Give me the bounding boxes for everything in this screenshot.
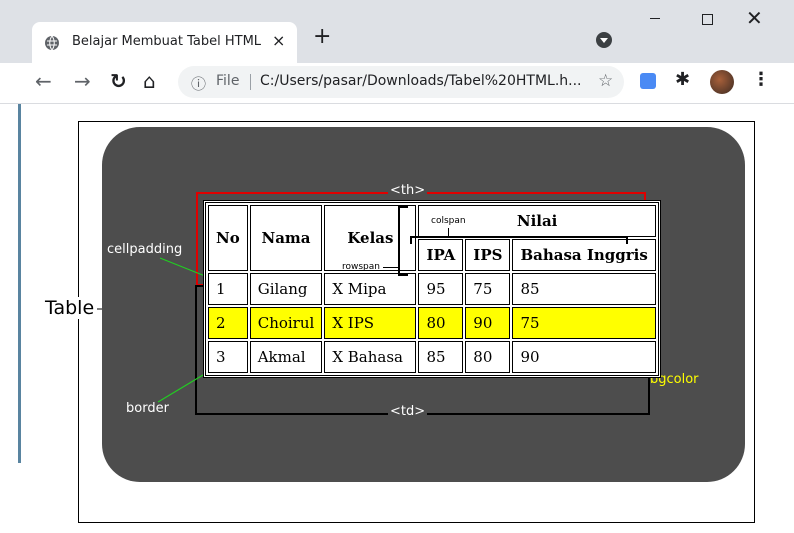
colspan-bracket [410, 236, 628, 238]
cell-kelas: X Mipa [324, 273, 417, 305]
rowspan-pointer [383, 267, 398, 268]
cell-nama: Gilang [249, 273, 323, 305]
cell-no: 2 [208, 307, 248, 339]
cell-no: 1 [208, 273, 248, 305]
colspan-pointer [448, 228, 449, 237]
colspan-label: colspan [431, 216, 466, 226]
header-no: No [208, 205, 248, 271]
table-row-highlighted: 2 Choirul X IPS 80 90 75 [208, 307, 656, 339]
table-row: 3 Akmal X Bahasa 85 80 90 [208, 341, 656, 373]
cell-kelas: X Bahasa [324, 341, 417, 373]
cell-ips: 90 [465, 307, 511, 339]
header-ips: IPS [465, 239, 511, 271]
header-nama: Nama [249, 205, 323, 271]
colspan-bracket-left [410, 236, 412, 244]
cell-bahasa: 75 [512, 307, 656, 339]
rowspan-bracket [398, 206, 400, 276]
cell-ipa: 85 [418, 341, 464, 373]
cell-kelas: X IPS [324, 307, 417, 339]
cell-ipa: 80 [418, 307, 464, 339]
colspan-bracket-right [626, 236, 628, 244]
cell-bahasa: 85 [512, 273, 656, 305]
cell-bahasa: 90 [512, 341, 656, 373]
cell-nama: Choirul [249, 307, 323, 339]
header-ipa: IPA [418, 239, 464, 271]
student-table: No Nama Kelas Nilai IPA IPS Bahasa Inggr… [203, 200, 661, 378]
header-bahasa: Bahasa Inggris [512, 239, 656, 271]
cell-nama: Akmal [249, 341, 323, 373]
rowspan-label: rowspan [342, 262, 380, 272]
cell-ipa: 95 [418, 273, 464, 305]
cell-ips: 80 [465, 341, 511, 373]
rowspan-bracket-top [398, 206, 408, 208]
table-row: 1 Gilang X Mipa 95 75 85 [208, 273, 656, 305]
cell-no: 3 [208, 341, 248, 373]
rowspan-bracket-bottom [398, 274, 408, 276]
cell-ips: 75 [465, 273, 511, 305]
